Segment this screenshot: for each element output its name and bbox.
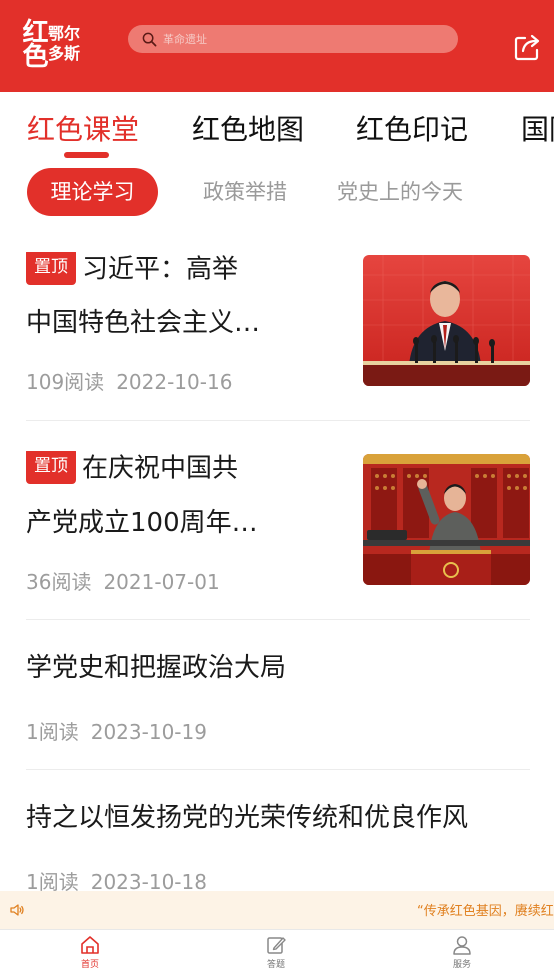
subtab-party-history-today[interactable]: 党史上的今天 <box>337 168 463 216</box>
nav-home[interactable]: 首页 <box>60 934 120 970</box>
nav-service-label: 服务 <box>452 960 471 970</box>
article-meta: 36阅读 2021-07-01 <box>26 566 220 595</box>
subtab-policy-measures[interactable]: 政策举措 <box>203 168 287 216</box>
pinned-badge: 置顶 <box>26 252 76 285</box>
nav-home-label: 首页 <box>80 960 99 970</box>
read-count: 1阅读 <box>26 720 79 744</box>
list-item[interactable]: 学党史和把握政治大局 1阅读 2023-10-19 <box>26 620 530 770</box>
announcement-ticker[interactable]: “传承红色基因，赓续红 <box>0 891 554 929</box>
article-thumbnail[interactable] <box>363 255 530 386</box>
article-title: 学党史和把握政治大局 <box>26 653 287 683</box>
article-title: 持之以恒发扬党的光荣传统和优良作风 <box>26 803 469 833</box>
search-bar[interactable] <box>128 25 458 53</box>
article-title-line2: 中国特色社会主义… <box>26 308 261 338</box>
article-title-line2: 产党成立100周年… <box>26 508 258 538</box>
speaker-icon <box>10 904 24 916</box>
active-tab-indicator <box>64 152 109 158</box>
article-title: 置顶 习近平：高举 <box>26 252 346 288</box>
tab-red-marks[interactable]: 红色印记 <box>356 108 468 148</box>
logo-main-text: 红色 <box>18 18 48 66</box>
read-count: 109阅读 <box>26 370 105 394</box>
list-item[interactable]: 持之以恒发扬党的光荣传统和优良作风 1阅读 2023-10-18 <box>26 770 530 894</box>
tab-red-map[interactable]: 红色地图 <box>192 108 304 148</box>
list-item[interactable]: 置顶 习近平：高举 中国特色社会主义… 109阅读 2022-10-16 <box>26 238 530 421</box>
article-thumbnail[interactable] <box>363 454 530 585</box>
ticker-text: “传承红色基因，赓续红 <box>417 904 554 919</box>
user-icon <box>453 936 471 955</box>
subtab-theory-study[interactable]: 理论学习 <box>27 168 158 216</box>
search-icon <box>142 32 157 46</box>
article-title: 置顶 在庆祝中国共 <box>26 451 346 487</box>
edit-icon <box>267 937 286 954</box>
publish-date: 2021-07-01 <box>103 570 220 594</box>
article-meta: 1阅读 2023-10-19 <box>26 716 207 745</box>
nav-quiz[interactable]: 答题 <box>246 934 306 970</box>
tab-red-classroom[interactable]: 红色课堂 <box>27 108 139 148</box>
bottom-navigation: 首页 答题 服务 <box>0 929 554 974</box>
logo-sub-text: 鄂尔多斯 <box>48 24 81 63</box>
read-count: 36阅读 <box>26 570 92 594</box>
nav-quiz-label: 答题 <box>266 960 285 970</box>
tab-national-defense[interactable]: 国防 <box>521 108 554 148</box>
app-header: 红色 鄂尔多斯 <box>0 0 554 92</box>
nav-service[interactable]: 服务 <box>432 934 492 970</box>
publish-date: 2022-10-16 <box>116 370 233 394</box>
pinned-badge: 置顶 <box>26 451 76 484</box>
home-icon <box>81 936 99 954</box>
publish-date: 2023-10-19 <box>90 720 207 744</box>
list-item[interactable]: 置顶 在庆祝中国共 产党成立100周年… 36阅读 2021-07-01 <box>26 421 530 620</box>
search-input[interactable] <box>163 32 423 46</box>
article-meta: 109阅读 2022-10-16 <box>26 366 232 395</box>
share-icon[interactable] <box>512 31 544 63</box>
app-logo: 红色 鄂尔多斯 <box>8 18 88 74</box>
